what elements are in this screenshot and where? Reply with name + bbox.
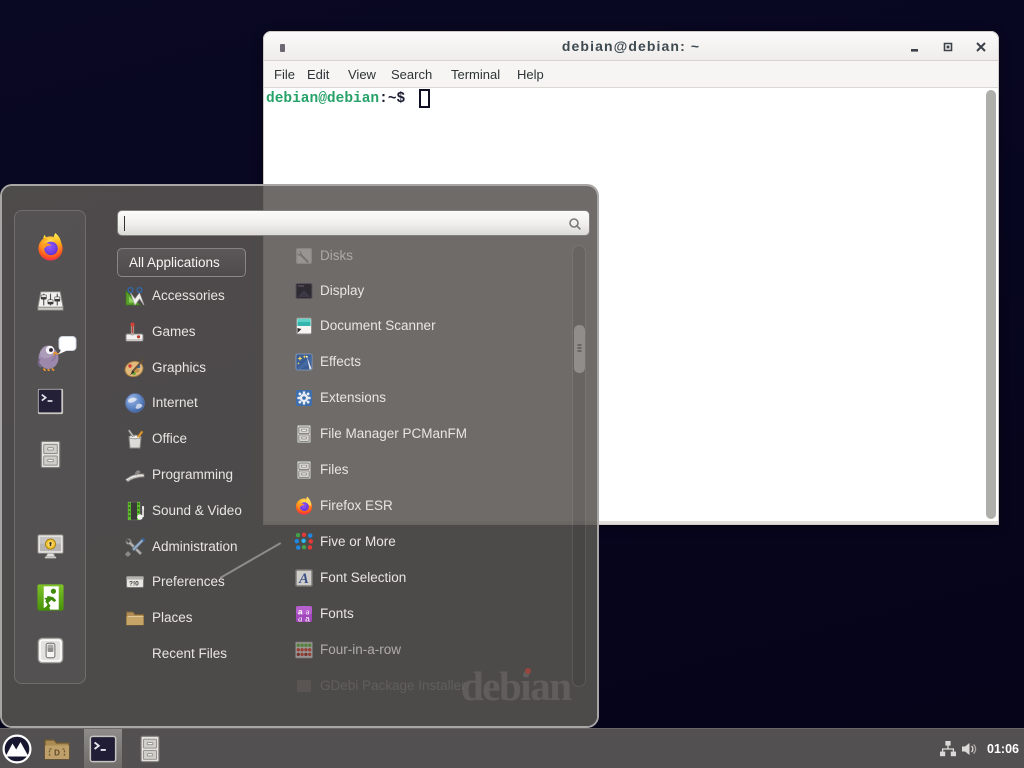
svg-text:a: a	[305, 615, 310, 625]
svg-text:D: D	[54, 749, 60, 758]
svg-text:?!0: ?!0	[129, 581, 139, 588]
svg-text:A: A	[298, 571, 309, 587]
svg-text:a: a	[298, 614, 302, 624]
